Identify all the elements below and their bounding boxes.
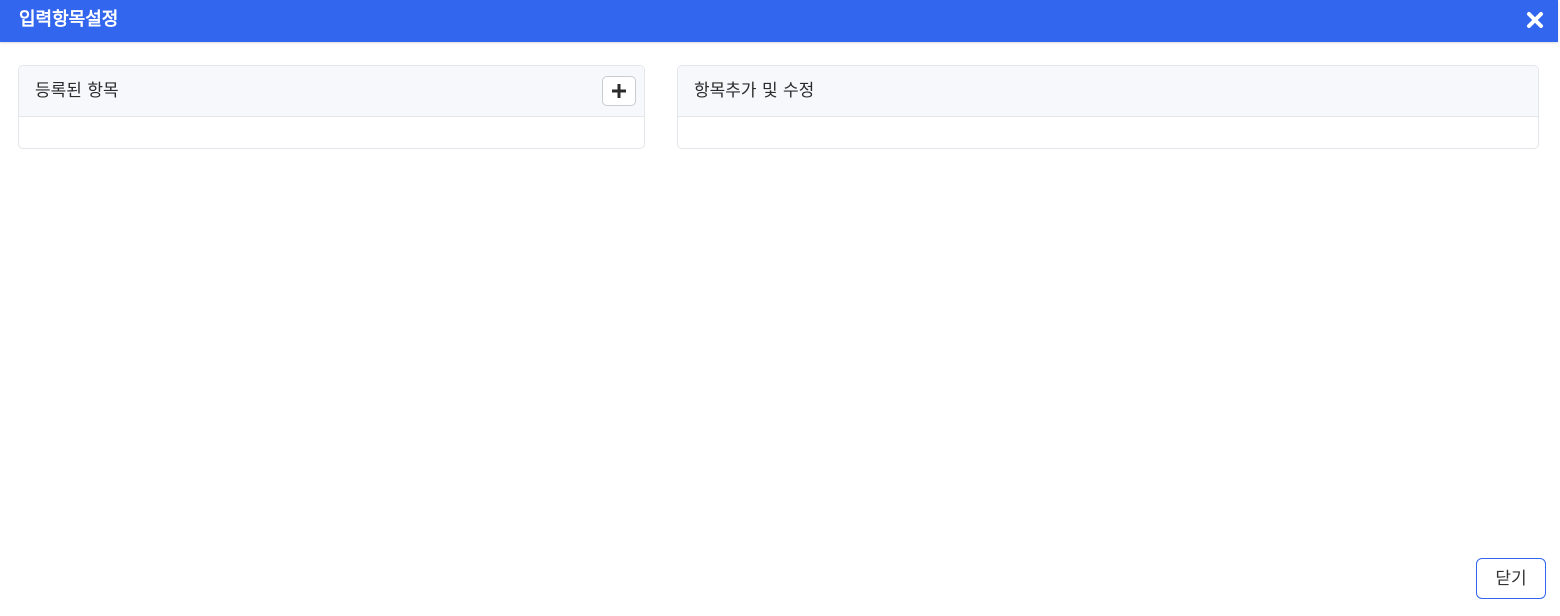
dialog-titlebar: 입력항목설정 [0,0,1558,42]
item-edit-body [678,117,1538,148]
item-edit-header: 항목추가 및 수정 [678,66,1538,117]
registered-items-title: 등록된 항목 [35,81,119,101]
item-edit-panel: 항목추가 및 수정 [677,65,1539,149]
registered-items-list [19,117,644,148]
registered-items-header: 등록된 항목 [19,66,644,117]
registered-items-panel: 등록된 항목 [18,65,645,149]
close-icon[interactable] [1522,7,1548,33]
close-button[interactable]: 닫기 [1476,558,1546,599]
dialog-title: 입력항목설정 [19,9,119,30]
input-item-settings-dialog: 입력항목설정 등록된 항목 항목추가 및 수정 닫기 [0,0,1560,616]
item-edit-title: 항목추가 및 수정 [694,81,815,101]
add-item-button[interactable] [602,76,636,106]
